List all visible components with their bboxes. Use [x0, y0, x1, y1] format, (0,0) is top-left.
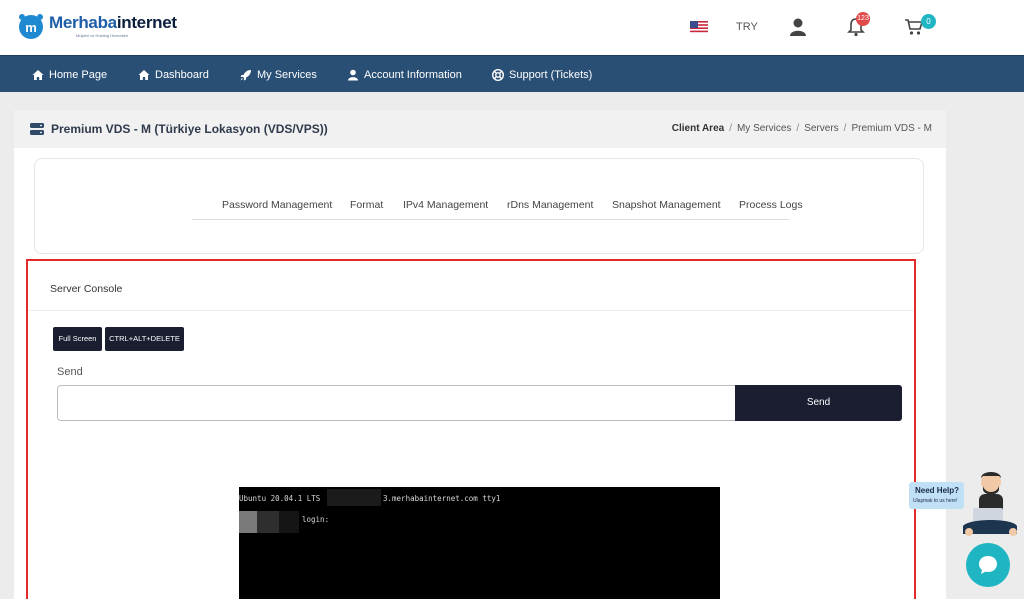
breadcrumb-my-services[interactable]: My Services: [737, 123, 791, 134]
redacted-username: [239, 511, 299, 533]
user-icon[interactable]: [789, 17, 807, 37]
help-title: Need Help?: [915, 486, 960, 495]
site-logo[interactable]: m Merhabainternet Müşteri ve Hosting Hiz…: [16, 9, 177, 43]
tab-process-logs[interactable]: Process Logs: [739, 199, 803, 211]
nav-item-label: Account Information: [364, 68, 462, 81]
send-button[interactable]: Send: [735, 385, 902, 421]
tab-snapshot-management[interactable]: Snapshot Management: [612, 199, 721, 211]
console-title: Server Console: [50, 283, 123, 295]
logo-text: Merhabainternet: [49, 13, 177, 32]
redacted-hostname: [327, 489, 381, 506]
breadcrumb-separator: /: [729, 123, 732, 134]
breadcrumb-separator: /: [796, 123, 800, 134]
home-icon: [32, 69, 44, 80]
tab-rdns-management[interactable]: rDns Management: [507, 199, 593, 211]
nav-item-label: Dashboard: [155, 68, 209, 81]
terminal-line-host: 3.merhabainternet.com tty1: [383, 494, 501, 503]
nav-item-account-information[interactable]: Account Information: [347, 56, 462, 93]
breadcrumb-servers[interactable]: Servers: [804, 123, 838, 134]
top-header: m Merhabainternet Müşteri ve Hosting Hiz…: [0, 0, 1024, 55]
breadcrumb-client-area[interactable]: Client Area: [672, 123, 724, 134]
svg-text:m: m: [25, 20, 37, 35]
lifebuoy-icon: [492, 68, 504, 81]
ctrl-alt-delete-button[interactable]: CTRL+ALT+DELETE: [105, 327, 184, 351]
page-title: Premium VDS - M (Türkiye Lokasyon (VDS/V…: [51, 122, 328, 136]
nav-item-dashboard[interactable]: Dashboard: [138, 56, 209, 93]
cart-badge: 0: [921, 14, 936, 29]
rocket-icon: [240, 69, 251, 80]
nav-item-label: Home Page: [49, 68, 108, 81]
live-chat-button[interactable]: [966, 543, 1010, 587]
breadcrumb-separator: /: [843, 123, 847, 134]
send-input[interactable]: [57, 385, 737, 421]
tabs-card: Password Management Format IPv4 Manageme…: [34, 158, 924, 254]
breadcrumb: Client Area / My Services / Servers / Premium …: [672, 123, 932, 134]
send-label: Send: [57, 366, 83, 378]
tab-password-management[interactable]: Password Management: [222, 199, 332, 211]
terminal-line-os: Ubuntu 20.04.1 LTS: [239, 494, 321, 503]
full-screen-button[interactable]: Full Screen: [53, 327, 102, 351]
notification-badge: 123: [856, 12, 870, 26]
chat-bubble-icon: [979, 556, 997, 574]
tab-format[interactable]: Format: [350, 199, 383, 211]
nav-item-label: My Services: [257, 68, 317, 81]
user-icon: [348, 69, 358, 80]
logo-tagline: Müşteri ve Hosting Hizmetleri: [76, 33, 129, 38]
page-header: Premium VDS - M (Türkiye Lokasyon (VDS/V…: [14, 110, 946, 148]
nav-item-label: Support (Tickets): [509, 68, 593, 81]
vnc-terminal-screen[interactable]: Ubuntu 20.04.1 LTS 3.merhabainternet.com…: [239, 487, 720, 599]
support-agent-illustration: [963, 472, 1017, 536]
help-subtitle: Ulaşmak to us here!: [913, 498, 958, 504]
currency-selector[interactable]: TRY: [736, 21, 758, 33]
terminal-login-prompt: login:: [302, 515, 330, 524]
nav-item-home-page[interactable]: Home Page: [32, 56, 107, 93]
content-panel: Premium VDS - M (Türkiye Lokasyon (VDS/V…: [14, 110, 946, 599]
us-flag-icon[interactable]: [690, 21, 708, 34]
tabs-row: Password Management Format IPv4 Manageme…: [192, 195, 803, 220]
server-console-card: Server Console Full Screen CTRL+ALT+DELE…: [26, 259, 916, 599]
console-header: Server Console: [28, 261, 914, 311]
breadcrumb-current: Premium VDS - M: [851, 123, 932, 134]
logo-icon: m: [19, 14, 43, 39]
tab-ipv4-management[interactable]: IPv4 Management: [403, 199, 488, 211]
nav-item-my-services[interactable]: My Services: [240, 56, 317, 93]
nav-item-support-tickets[interactable]: Support (Tickets): [492, 56, 592, 93]
main-nav: Home Page Dashboard My Services Account …: [0, 55, 1024, 92]
server-icon: [30, 123, 44, 135]
home-icon: [138, 69, 150, 80]
